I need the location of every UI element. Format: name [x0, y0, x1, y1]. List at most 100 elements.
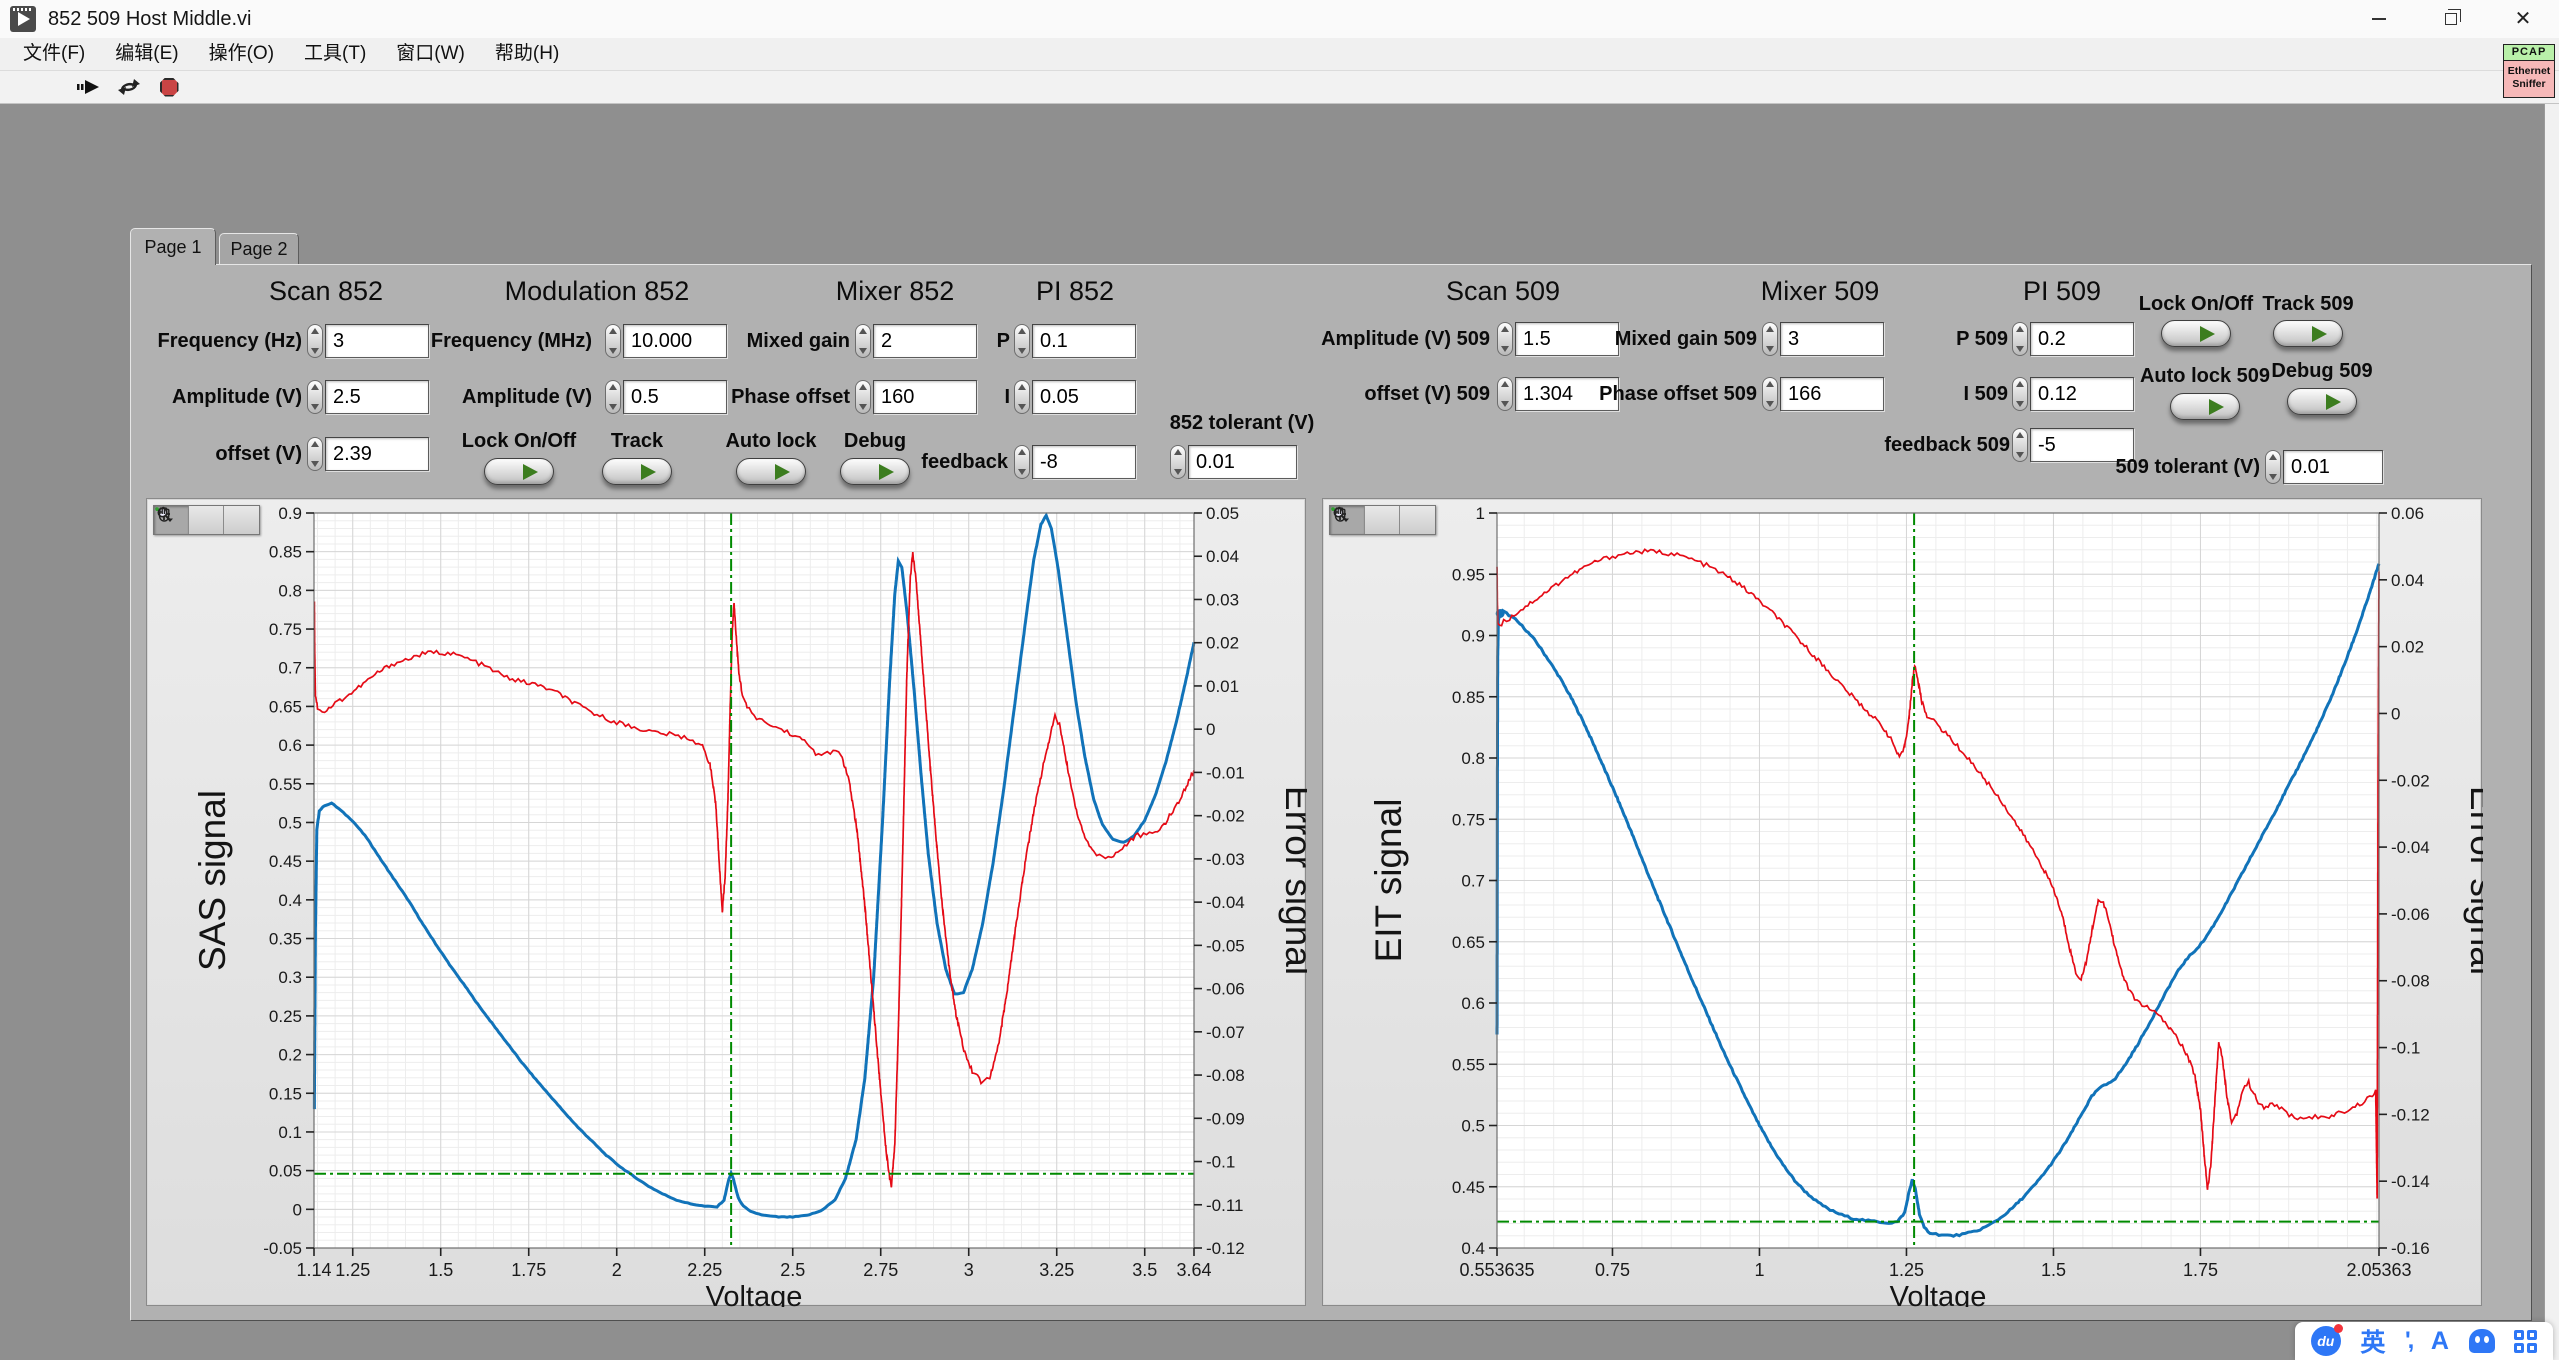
svg-text:0.75: 0.75 — [269, 620, 302, 639]
increment-icon[interactable] — [1018, 328, 1026, 334]
input-i852[interactable]: 0.05 — [1032, 380, 1136, 414]
increment-icon[interactable] — [2016, 432, 2024, 438]
svg-text:-0.1: -0.1 — [1206, 1153, 1235, 1172]
svg-text:0.9: 0.9 — [1461, 627, 1485, 646]
spinner-i852[interactable] — [1014, 380, 1030, 414]
sas-graph-right-axis-label: Error signal — [1278, 786, 1307, 975]
increment-icon[interactable] — [311, 441, 319, 447]
spinner-fb852[interactable] — [1014, 445, 1030, 479]
decrement-icon[interactable] — [1174, 469, 1182, 475]
svg-text:-0.16: -0.16 — [2391, 1239, 2430, 1258]
svg-text:0.9: 0.9 — [278, 504, 302, 523]
toggle-arrow-icon — [641, 464, 656, 480]
label-fmod: Frequency (MHz) — [292, 324, 592, 358]
svg-text:0.1: 0.1 — [278, 1123, 302, 1142]
spinner-o852[interactable] — [307, 437, 323, 471]
decrement-icon[interactable] — [2016, 346, 2024, 352]
increment-icon[interactable] — [1018, 449, 1026, 455]
svg-text:-0.06: -0.06 — [1206, 980, 1245, 999]
svg-text:0.85: 0.85 — [269, 543, 302, 562]
svg-text:0.65: 0.65 — [1452, 933, 1485, 952]
svg-text:0.2: 0.2 — [278, 1046, 302, 1065]
svg-text:-0.03: -0.03 — [1206, 850, 1245, 869]
toggle-lock509[interactable] — [2161, 320, 2231, 347]
svg-text:1.14: 1.14 — [296, 1260, 331, 1280]
svg-text:-0.08: -0.08 — [1206, 1066, 1245, 1085]
input-p852[interactable]: 0.1 — [1032, 324, 1136, 358]
eit-graph-zoom-tool-button[interactable] — [1365, 506, 1400, 534]
toggle-arrow-icon — [523, 464, 538, 480]
svg-text:-0.12: -0.12 — [2391, 1105, 2430, 1124]
svg-text:3.5: 3.5 — [1132, 1260, 1157, 1280]
svg-text:0.3: 0.3 — [278, 968, 302, 987]
decrement-icon[interactable] — [1018, 404, 1026, 410]
input-i509[interactable]: 0.12 — [2030, 377, 2134, 411]
svg-text:0.45: 0.45 — [1452, 1178, 1485, 1197]
increment-icon[interactable] — [2269, 454, 2277, 460]
svg-text:3.25: 3.25 — [1039, 1260, 1074, 1280]
decrement-icon[interactable] — [2269, 474, 2277, 480]
increment-icon[interactable] — [2016, 381, 2024, 387]
eit-graph-x-axis-label: Voltage — [1890, 1281, 1987, 1307]
svg-text:0.25: 0.25 — [269, 1007, 302, 1026]
svg-text:0.05: 0.05 — [1206, 504, 1239, 523]
toggle-lock852[interactable] — [484, 458, 554, 485]
svg-text:0.8: 0.8 — [1461, 749, 1485, 768]
svg-text:-0.06: -0.06 — [2391, 905, 2430, 924]
input-tol852[interactable]: 0.01 — [1188, 445, 1297, 479]
label-o852: offset (V) — [2, 437, 302, 471]
svg-text:1.75: 1.75 — [511, 1260, 546, 1280]
decrement-icon[interactable] — [311, 461, 319, 467]
svg-text:0.75: 0.75 — [1452, 810, 1485, 829]
svg-text:1: 1 — [1476, 504, 1485, 523]
decrement-icon[interactable] — [2016, 401, 2024, 407]
sas-graph-pan-tool-button[interactable] — [224, 506, 259, 534]
spinner-tol509[interactable] — [2265, 450, 2281, 484]
increment-icon[interactable] — [1174, 449, 1182, 455]
svg-text:0.45: 0.45 — [269, 852, 302, 871]
toggle-arrow-icon — [775, 464, 790, 480]
spinner-tol852[interactable] — [1170, 445, 1186, 479]
spinner-i509[interactable] — [2012, 377, 2028, 411]
sas-graph-zoom-tool-button[interactable] — [189, 506, 224, 534]
toggle-debug852[interactable] — [840, 458, 910, 485]
input-fb852[interactable]: -8 — [1032, 445, 1136, 479]
input-p509[interactable]: 0.2 — [2030, 322, 2134, 356]
svg-text:1.25: 1.25 — [1889, 1260, 1924, 1280]
svg-text:0.35: 0.35 — [269, 930, 302, 949]
svg-text:-0.08: -0.08 — [2391, 972, 2430, 991]
toggle-debug509[interactable] — [2287, 388, 2357, 415]
increment-icon[interactable] — [1018, 384, 1026, 390]
svg-text:0.5: 0.5 — [278, 813, 302, 832]
sas-graph: -0.0500.050.10.150.20.250.30.350.40.450.… — [146, 498, 1306, 1306]
label-tol852: 852 tolerant (V) — [1170, 412, 1314, 435]
toggle-autolock852[interactable] — [736, 458, 806, 485]
toggle-autolock509[interactable] — [2170, 393, 2240, 420]
increment-icon[interactable] — [2016, 326, 2024, 332]
svg-text:-0.04: -0.04 — [2391, 838, 2430, 857]
spinner-p509[interactable] — [2012, 322, 2028, 356]
svg-text:0.01: 0.01 — [1206, 677, 1239, 696]
svg-text:-0.02: -0.02 — [2391, 771, 2430, 790]
svg-text:0.15: 0.15 — [269, 1084, 302, 1103]
toggle-track852[interactable] — [602, 458, 672, 485]
svg-text:0.6: 0.6 — [1461, 994, 1485, 1013]
label-a852: Amplitude (V) — [2, 380, 302, 414]
svg-text:0.06: 0.06 — [2391, 504, 2424, 523]
label-autolock509: Auto lock 509 — [2140, 365, 2270, 388]
toggle-track509[interactable] — [2273, 320, 2343, 347]
decrement-icon[interactable] — [1018, 348, 1026, 354]
eit-graph-plot[interactable]: 0.40.450.50.550.60.650.70.750.80.850.90.… — [1323, 499, 2483, 1307]
svg-text:0.7: 0.7 — [1461, 872, 1485, 891]
svg-text:0.04: 0.04 — [1206, 547, 1239, 566]
sas-graph-plot[interactable]: -0.0500.050.10.150.20.250.30.350.40.450.… — [147, 499, 1307, 1307]
label-autolock852: Auto lock — [725, 430, 816, 453]
label-lock509: Lock On/Off — [2139, 293, 2253, 316]
eit-graph-pan-tool-button[interactable] — [1400, 506, 1435, 534]
decrement-icon[interactable] — [1018, 469, 1026, 475]
spinner-p852[interactable] — [1014, 324, 1030, 358]
svg-text:0.05: 0.05 — [269, 1162, 302, 1181]
input-o852[interactable]: 2.39 — [325, 437, 429, 471]
svg-text:0.95: 0.95 — [1452, 565, 1485, 584]
input-tol509[interactable]: 0.01 — [2283, 450, 2383, 484]
